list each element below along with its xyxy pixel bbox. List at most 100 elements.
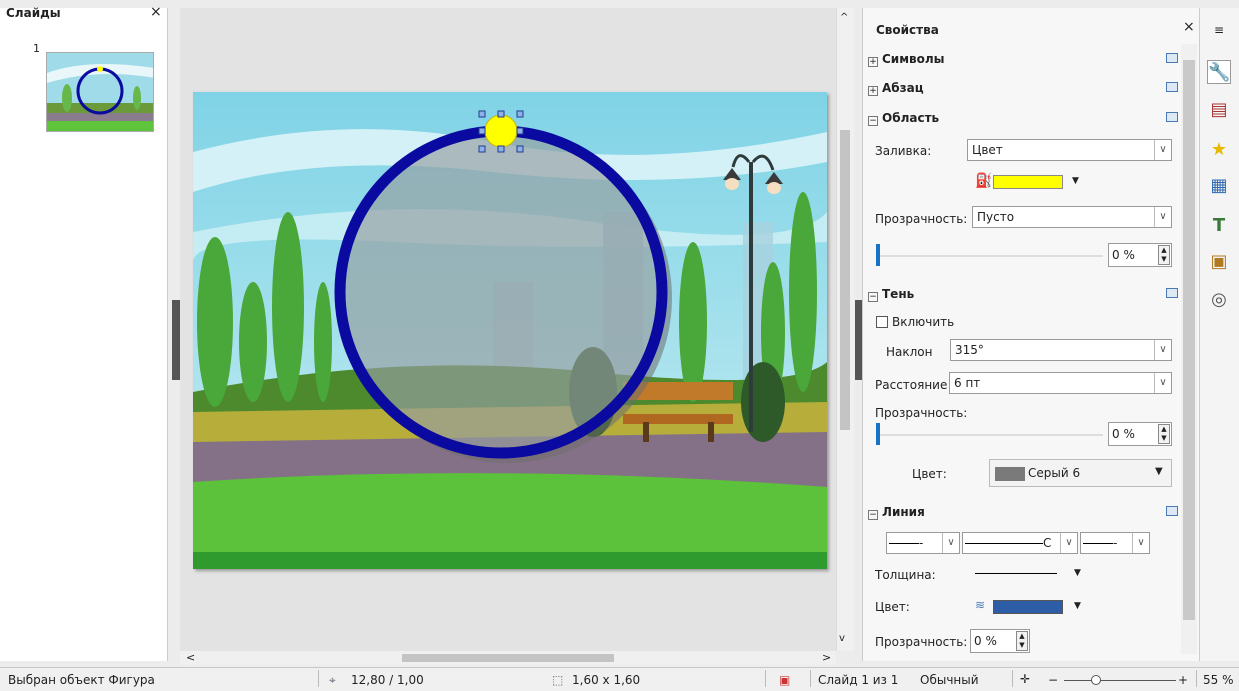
status-layout: Обычный xyxy=(920,673,979,687)
slide-transition-icon[interactable]: ▤ xyxy=(1207,98,1231,122)
zoom-out-icon[interactable]: − xyxy=(1048,673,1058,687)
line-color-dropdown-icon[interactable]: ▼ xyxy=(1074,601,1081,611)
section-line-label: Линия xyxy=(882,505,925,519)
canvas-vertical-scroll-thumb[interactable] xyxy=(840,130,850,430)
spin-arrows-icon[interactable]: ▲ ▼ xyxy=(1016,631,1028,651)
line-width-dropdown-icon[interactable]: ▼ xyxy=(1074,568,1081,578)
expand-icon: + xyxy=(868,57,878,67)
area-transparency-spin[interactable]: 0 % ▲ ▼ xyxy=(1108,243,1172,267)
shadow-transparency-slider-track[interactable] xyxy=(878,434,1103,436)
line-transparency-label: Прозрачность: xyxy=(875,635,968,649)
shadow-angle-select[interactable]: 315° ∨ xyxy=(950,339,1172,361)
zoom-in-icon[interactable]: + xyxy=(1178,673,1188,687)
fill-type-value: Цвет xyxy=(972,143,1003,157)
section-paragraph-label: Абзац xyxy=(882,81,924,95)
shadow-angle-value: 315° xyxy=(955,343,984,357)
more-options-icon[interactable] xyxy=(1166,506,1178,516)
position-icon: ⌖ xyxy=(329,673,336,687)
section-line[interactable]: − Линия xyxy=(868,505,1178,533)
collapse-icon: − xyxy=(868,510,878,520)
more-options-icon[interactable] xyxy=(1166,82,1178,92)
slide-thumbnail[interactable] xyxy=(46,52,154,132)
animation-star-icon[interactable]: ★ xyxy=(1207,138,1231,162)
properties-scroll-thumb[interactable] xyxy=(1183,60,1195,620)
line-width-sample[interactable] xyxy=(975,573,1057,574)
area-transparency-value: Пусто xyxy=(977,210,1015,224)
properties-title: Свойства xyxy=(876,23,939,37)
fill-type-select[interactable]: Цвет ∨ xyxy=(967,139,1172,161)
section-symbols[interactable]: + Символы xyxy=(868,52,1178,80)
scroll-left-icon[interactable]: < xyxy=(186,651,195,664)
line-color-swatch xyxy=(994,601,1062,613)
line-sample-icon xyxy=(965,543,1043,544)
shadow-distance-label: Расстояние xyxy=(875,378,948,392)
line-end-arrow-value: - xyxy=(1113,536,1118,550)
canvas-horizontal-scroll-thumb[interactable] xyxy=(402,654,614,662)
line-style-select[interactable]: С ∨ xyxy=(962,532,1078,554)
sidebar-menu-icon[interactable]: ≡ xyxy=(1207,18,1231,42)
scroll-down-icon[interactable]: v xyxy=(839,633,845,644)
scroll-right-icon[interactable]: > xyxy=(822,651,831,664)
master-slides-icon[interactable]: ▦ xyxy=(1207,174,1231,198)
line-transparency-spin[interactable]: 0 % ▲ ▼ xyxy=(970,629,1030,653)
shadow-transparency-slider-knob[interactable] xyxy=(876,423,880,445)
line-transparency-value: 0 % xyxy=(974,634,997,648)
fill-color-dropdown-icon[interactable]: ▼ xyxy=(1072,176,1079,186)
chevron-down-icon: ∨ xyxy=(1132,533,1149,553)
line-style-value: С xyxy=(1043,536,1052,550)
fit-slide-icon[interactable]: ✛ xyxy=(1020,672,1030,686)
document-modified-icon[interactable]: ▣ xyxy=(779,673,790,687)
line-sample-icon xyxy=(889,543,919,544)
slide-number: 1 xyxy=(33,42,40,55)
more-options-icon[interactable] xyxy=(1166,288,1178,298)
size-icon: ⬚ xyxy=(552,673,564,687)
shadow-enable-checkbox[interactable] xyxy=(876,316,888,328)
line-end-arrow-select[interactable]: - ∨ xyxy=(1080,532,1150,554)
properties-close-button[interactable]: × xyxy=(1183,19,1195,35)
area-transparency-percent: 0 % xyxy=(1112,248,1135,262)
slides-panel-close-button[interactable]: × xyxy=(150,4,162,20)
area-transparency-slider-track[interactable] xyxy=(878,255,1103,257)
slides-panel-collapse-handle[interactable] xyxy=(172,300,180,380)
section-shadow[interactable]: − Тень xyxy=(868,287,1178,315)
line-sample-icon xyxy=(1083,543,1113,544)
chevron-down-icon: ∨ xyxy=(1060,533,1077,553)
line-color-button[interactable] xyxy=(993,600,1063,614)
area-transparency-slider-knob[interactable] xyxy=(876,244,880,266)
line-start-arrow-select[interactable]: - ∨ xyxy=(886,532,960,554)
line-color-label: Цвет: xyxy=(875,600,910,614)
chevron-down-icon: ∨ xyxy=(1154,340,1171,360)
section-area[interactable]: − Область xyxy=(868,111,1178,139)
gallery-icon[interactable]: ▣ xyxy=(1207,250,1231,274)
styles-icon[interactable]: T xyxy=(1207,214,1231,238)
scroll-up-icon[interactable]: ^ xyxy=(840,12,848,23)
status-zoom[interactable]: 55 % xyxy=(1203,673,1234,687)
navigator-icon[interactable]: ◎ xyxy=(1207,288,1231,312)
shadow-distance-select[interactable]: 6 пт ∨ xyxy=(949,372,1172,394)
chevron-down-icon: ∨ xyxy=(1154,373,1171,393)
fill-color-button[interactable] xyxy=(993,175,1063,189)
spin-arrows-icon[interactable]: ▲ ▼ xyxy=(1158,245,1170,265)
shadow-enable-label: Включить xyxy=(892,315,955,329)
area-transparency-label: Прозрачность: xyxy=(875,212,968,226)
more-options-icon[interactable] xyxy=(1166,112,1178,122)
spin-arrows-icon[interactable]: ▲ ▼ xyxy=(1158,424,1170,444)
chevron-down-icon: ∨ xyxy=(942,533,959,553)
shadow-transparency-percent: 0 % xyxy=(1112,427,1135,441)
shadow-transparency-spin[interactable]: 0 % ▲ ▼ xyxy=(1108,422,1172,446)
shadow-transparency-label: Прозрачность: xyxy=(875,406,968,420)
slide[interactable] xyxy=(193,92,827,569)
line-start-arrow-value: - xyxy=(919,536,924,550)
shadow-angle-label: Наклон xyxy=(886,345,933,359)
section-paragraph[interactable]: + Абзац xyxy=(868,81,1178,109)
properties-wrench-icon[interactable]: 🔧 xyxy=(1207,60,1231,84)
zoom-slider-track[interactable] xyxy=(1064,680,1176,681)
section-symbols-label: Символы xyxy=(882,52,945,66)
shadow-color-swatch xyxy=(995,467,1025,481)
zoom-slider-knob[interactable] xyxy=(1091,675,1101,685)
status-slide: Слайд 1 из 1 xyxy=(818,673,899,687)
area-transparency-select[interactable]: Пусто ∨ xyxy=(972,206,1172,228)
more-options-icon[interactable] xyxy=(1166,53,1178,63)
shadow-color-value: Серый 6 xyxy=(1028,466,1081,480)
shadow-color-select[interactable]: Серый 6 ▼ xyxy=(989,459,1172,487)
